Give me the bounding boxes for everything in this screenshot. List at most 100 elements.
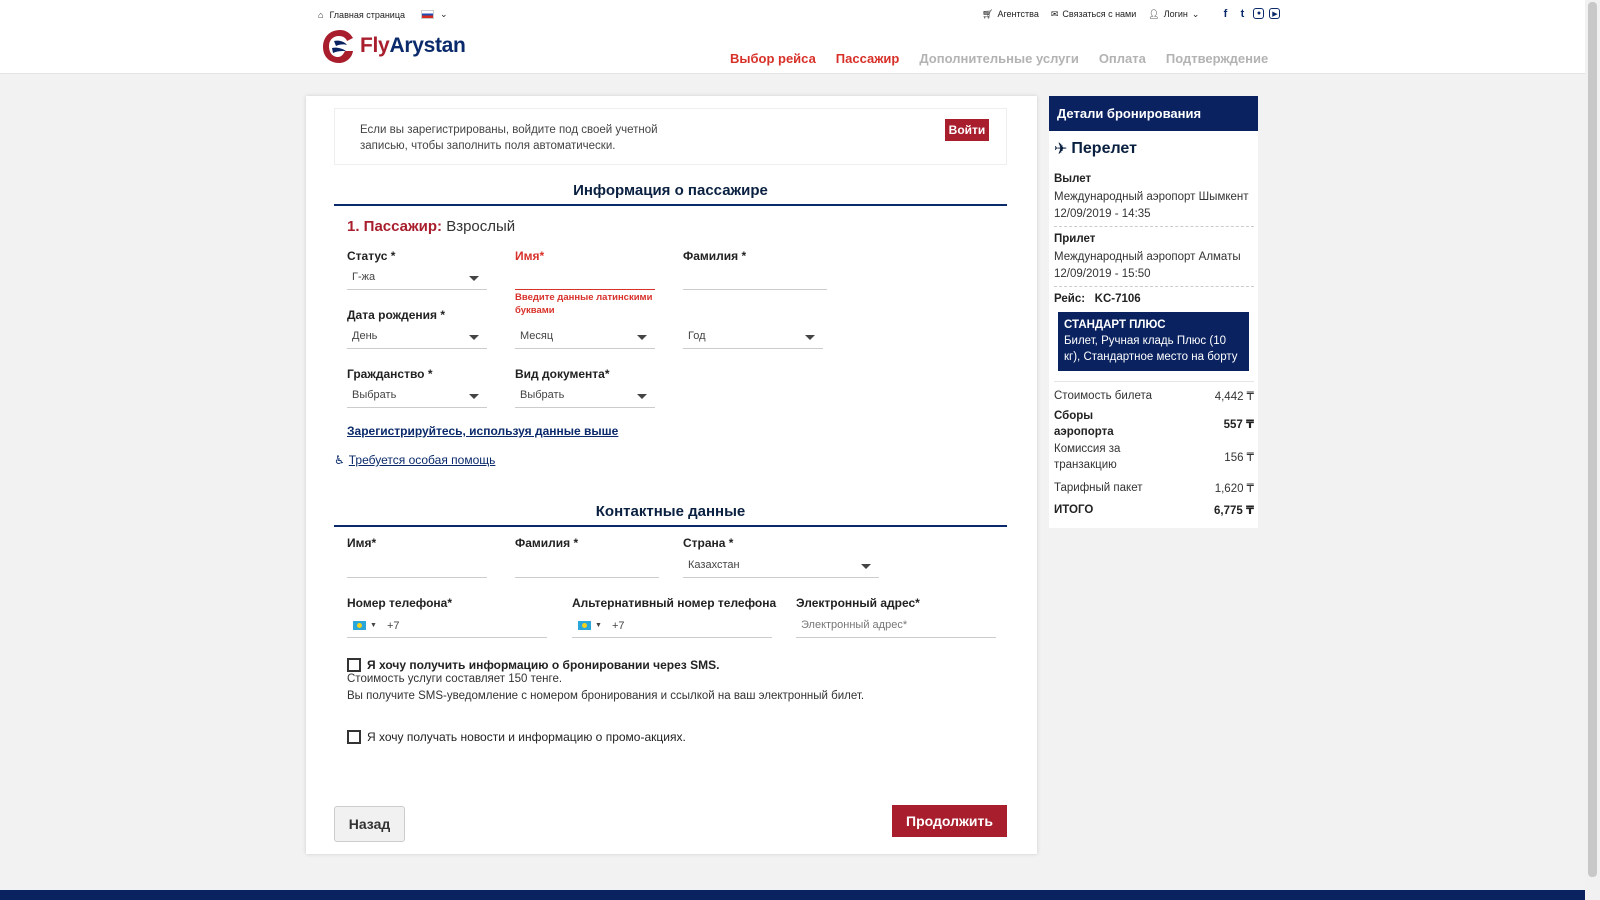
contact-first-name-field[interactable]	[347, 554, 487, 578]
language-flag-icon[interactable]	[420, 10, 434, 19]
login-button[interactable]: Войти	[945, 119, 989, 141]
price-row: Тарифный пакет 1,620 ₸	[1054, 480, 1254, 496]
envelope-icon: ✉	[1050, 8, 1059, 19]
total-row: ИТОГО 6,775 ₸	[1054, 502, 1254, 518]
dob-label: Дата рождения *	[347, 308, 446, 322]
contact-link[interactable]: ✉ Связаться с нами	[1051, 9, 1136, 20]
booking-details-panel: Детали бронирования ✈︎ Перелет Вылет Меж…	[1049, 96, 1258, 528]
booking-details-title: Детали бронирования	[1049, 96, 1258, 131]
lion-logo-icon	[323, 30, 353, 63]
contact-last-name-field[interactable]	[515, 554, 659, 578]
arrival-airport: Международный аэропорт Алматы	[1054, 251, 1241, 263]
scrollbar-thumb[interactable]	[1588, 2, 1597, 877]
twitter-icon[interactable]: t	[1236, 8, 1248, 20]
register-link[interactable]: Зарегистрируйтесь, используя данные выше	[347, 424, 618, 438]
promo-checkbox-row[interactable]: Я хочу получать новости и информацию о п…	[347, 730, 686, 744]
arrival-time: 12/09/2019 - 15:50	[1054, 268, 1151, 280]
dob-day-select[interactable]: День	[347, 325, 487, 349]
brand-name: FlyArystan	[360, 34, 466, 57]
login-prompt-text: Если вы зарегистрированы, войдите под св…	[360, 124, 658, 152]
price-row: Сборы аэропорта 557 ₸	[1054, 408, 1254, 440]
special-assistance-link[interactable]: ♿︎ Требуется особая помощь	[334, 453, 495, 467]
airplane-icon: ✈︎	[1054, 141, 1068, 158]
step-flight-selection[interactable]: Выбор рейса	[730, 51, 816, 66]
flight-heading: ✈︎ Перелет	[1054, 140, 1137, 158]
sms-checkbox-row[interactable]: Я хочу получить информацию о бронировани…	[347, 658, 719, 672]
promo-checkbox[interactable]	[347, 730, 361, 744]
youtube-icon[interactable]: ▶	[1269, 8, 1281, 19]
phone-field[interactable]: ▼ +7	[347, 614, 547, 638]
dob-year-select[interactable]: Год	[683, 325, 823, 349]
top-nav-right: 🛒︎ Агентства ✉ Связаться с нами 👤︎ Логин…	[982, 8, 1281, 20]
footer-bar	[0, 890, 1585, 900]
logo[interactable]: FlyArystan	[320, 26, 466, 66]
alt-phone-field[interactable]: ▼ +7	[572, 614, 772, 638]
first-name-field[interactable]	[515, 266, 655, 290]
price-name: Тарифный пакет	[1054, 482, 1143, 494]
citizenship-label: Гражданство *	[347, 367, 433, 381]
sms-checkbox[interactable]	[347, 658, 361, 672]
divider	[1054, 226, 1254, 227]
agencies-link[interactable]: 🛒︎ Агентства	[982, 9, 1039, 20]
home-link[interactable]: Главная страница	[329, 10, 405, 20]
cart-icon: 🛒︎	[982, 8, 994, 19]
page-scrollbar[interactable]	[1585, 0, 1600, 900]
email-label: Электронный адрес*	[796, 596, 920, 610]
country-select[interactable]: Казахстан	[683, 554, 879, 578]
alt-phone-label: Альтернативный номер телефона	[572, 596, 777, 610]
chevron-down-icon[interactable]: ⌄	[440, 9, 448, 20]
booking-steps: Выбор рейса Пассажир Дополнительные услу…	[730, 51, 1268, 66]
chevron-down-icon: ⌄	[1191, 8, 1200, 19]
step-extra-services: Дополнительные услуги	[919, 51, 1079, 66]
departure-time: 12/09/2019 - 14:35	[1054, 208, 1151, 220]
citizenship-select[interactable]: Выбрать	[347, 384, 487, 408]
price-value: 557 ₸	[1223, 419, 1254, 431]
doc-type-select[interactable]: Выбрать	[515, 384, 655, 408]
passenger-form-card: Если вы зарегистрированы, войдите под св…	[306, 96, 1037, 854]
first-name-error: Введите данные латинскими буквами	[515, 292, 653, 316]
dob-month-select[interactable]: Месяц	[515, 325, 655, 349]
kazakhstan-flag-icon[interactable]	[578, 621, 591, 630]
continue-button[interactable]: Продолжить	[892, 805, 1007, 837]
divider	[1054, 381, 1254, 382]
kazakhstan-flag-icon[interactable]	[353, 621, 366, 630]
top-nav-left: ⌂ Главная страница ⌄	[318, 9, 448, 20]
flight-number: KC-7106	[1094, 293, 1141, 305]
step-payment: Оплата	[1098, 51, 1146, 66]
facebook-icon[interactable]: f	[1219, 8, 1231, 20]
login-link[interactable]: 👤︎ Логин ⌄	[1148, 9, 1199, 20]
status-select[interactable]: Г-жа	[347, 266, 487, 290]
departure-label: Вылет	[1054, 173, 1092, 185]
contact-first-name-label: Имя*	[347, 536, 377, 550]
total-label: ИТОГО	[1054, 504, 1094, 516]
caret-down-icon[interactable]: ▼	[595, 622, 602, 629]
caret-down-icon[interactable]: ▼	[370, 622, 377, 629]
arrival-label: Прилет	[1054, 233, 1096, 245]
phone-label: Номер телефона*	[347, 596, 453, 610]
sms-info: Стоимость услуги составляет 150 тенге. В…	[347, 673, 865, 702]
last-name-field[interactable]	[683, 266, 827, 290]
user-icon: 👤︎	[1148, 8, 1160, 19]
passenger-heading: 1. Пассажир: Взрослый	[347, 218, 516, 235]
price-row: Комиссия за транзакцию 156 ₸	[1054, 441, 1254, 473]
contact-last-name-label: Фамилия *	[515, 536, 579, 550]
price-name: Комиссия за транзакцию	[1054, 443, 1121, 471]
step-passenger[interactable]: Пассажир	[836, 51, 900, 66]
departure-airport: Международный аэропорт Шымкент	[1054, 191, 1249, 203]
price-name: Сборы аэропорта	[1054, 410, 1114, 438]
home-icon[interactable]: ⌂	[318, 10, 323, 20]
contact-section-title: Контактные данные	[334, 503, 1007, 527]
login-prompt: Если вы зарегистрированы, войдите под св…	[334, 108, 1007, 165]
email-field[interactable]: Электронный адрес*	[796, 614, 996, 638]
price-value: 4,442 ₸	[1214, 391, 1254, 403]
instagram-icon[interactable]: ●	[1253, 8, 1265, 19]
price-value: 1,620 ₸	[1214, 483, 1254, 495]
header: ⌂ Главная страница ⌄ 🛒︎ Агентства ✉ Связ…	[0, 0, 1585, 74]
divider	[1054, 286, 1254, 287]
last-name-label: Фамилия *	[683, 249, 747, 263]
doc-type-label: Вид документа*	[515, 367, 610, 381]
total-value: 6,775 ₸	[1214, 505, 1254, 517]
back-button[interactable]: Назад	[334, 806, 405, 842]
package-description: Билет, Ручная кладь Плюс (10 кг), Станда…	[1064, 335, 1238, 363]
status-label: Статус *	[347, 249, 396, 263]
